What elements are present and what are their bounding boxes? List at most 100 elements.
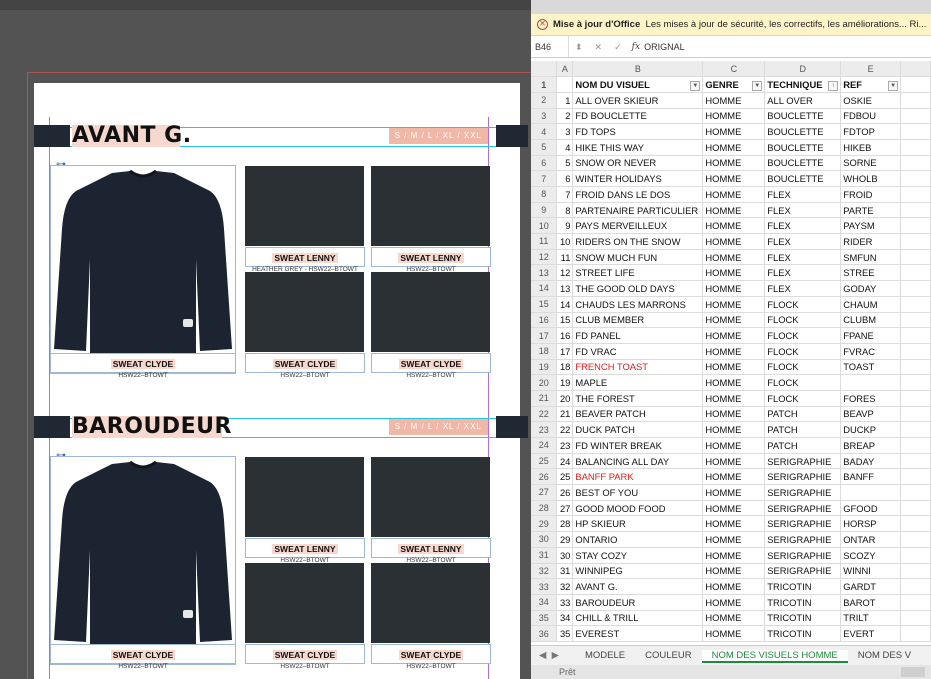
product-caption[interactable]: SWEAT CLYDE HSW22–BTOWT (371, 353, 491, 379)
cell[interactable] (556, 76, 574, 93)
cell-nom-visuel[interactable]: WINTER HOLIDAYS (572, 170, 704, 187)
cell-index[interactable]: 21 (556, 406, 574, 423)
cell-nom-visuel[interactable]: CHAUDS LES MARRONS (572, 296, 704, 313)
row-number[interactable]: 35 (531, 610, 558, 627)
cell-technique[interactable]: BOUCLETTE (764, 155, 842, 172)
cell[interactable] (900, 390, 931, 407)
cell-nom-visuel[interactable]: BALANCING ALL DAY (572, 453, 704, 470)
cell-genre[interactable]: HOMME (702, 500, 766, 517)
row-number[interactable]: 3 (531, 108, 558, 125)
cell-nom-visuel[interactable]: BAROUDEUR (572, 594, 704, 611)
cell-index[interactable]: 10 (556, 233, 574, 250)
row-number[interactable]: 16 (531, 312, 558, 329)
cell[interactable] (900, 76, 931, 93)
row-number[interactable]: 14 (531, 280, 558, 297)
product-caption[interactable]: SWEAT CLYDE HSW22–BTOWT (245, 644, 365, 670)
cell[interactable] (900, 437, 931, 454)
cell[interactable] (900, 500, 931, 517)
cell-genre[interactable]: HOMME (702, 578, 766, 595)
cell-technique[interactable]: FLOCK (764, 374, 842, 391)
cell-ref[interactable]: BREAP (840, 437, 902, 454)
sheet-tab[interactable]: MODELE (575, 650, 635, 661)
cell-ref[interactable]: CHAUM (840, 296, 902, 313)
cell-index[interactable]: 24 (556, 453, 574, 470)
layout-document-canvas[interactable]: AVANT G. S / M / L / XL / XXL ⊶ SWEAT LENN… (0, 0, 531, 679)
sheet-tab[interactable]: NOM DES VISUELS HOMME (701, 649, 848, 663)
row-number[interactable]: 15 (531, 296, 558, 313)
cell-index[interactable]: 35 (556, 625, 574, 642)
cell-genre[interactable]: HOMME (702, 547, 766, 564)
row-number[interactable]: 11 (531, 233, 558, 250)
cell-technique[interactable]: SERIGRAPHIE (764, 515, 842, 533)
cell-genre[interactable]: HOMME (702, 139, 766, 156)
cell-ref[interactable]: FDBOU (840, 108, 902, 125)
formula-input[interactable]: ORIGNAL (644, 36, 685, 57)
cell-genre[interactable]: HOMME (702, 484, 766, 501)
cell-technique[interactable]: BOUCLETTE (764, 170, 842, 187)
row-number[interactable]: 32 (531, 563, 558, 580)
cell-nom-visuel[interactable]: ALL OVER SKIEUR (572, 92, 704, 109)
cell-genre[interactable]: HOMME (702, 249, 766, 266)
cell[interactable] (900, 421, 931, 438)
cell-technique[interactable]: SERIGRAPHIE (764, 563, 842, 580)
cell-genre[interactable]: HOMME (702, 155, 766, 172)
cell[interactable] (900, 233, 931, 250)
select-all-corner[interactable] (531, 61, 558, 78)
cell-genre[interactable]: HOMME (702, 531, 766, 548)
cell-genre[interactable]: HOMME (702, 359, 766, 376)
row-number[interactable]: 33 (531, 578, 558, 595)
cell-ref[interactable]: SCOZY (840, 547, 902, 564)
cell-ref[interactable]: SORNE (840, 155, 902, 172)
filter-dropdown-icon[interactable]: ▼ (690, 80, 701, 91)
cell[interactable] (900, 280, 931, 297)
cell-genre[interactable]: HOMME (702, 186, 766, 203)
cell-genre[interactable]: HOMME (702, 563, 766, 580)
cell[interactable] (900, 531, 931, 548)
cell-index[interactable]: 3 (556, 123, 574, 140)
section-header[interactable]: BAROUDEUR S / M / L / XL / XXL (34, 414, 528, 439)
cell-ref[interactable]: DUCKP (840, 421, 902, 438)
cell-index[interactable]: 13 (556, 280, 574, 297)
cell-index[interactable]: 25 (556, 468, 574, 486)
row-number[interactable]: 21 (531, 390, 558, 407)
row-number[interactable]: 18 (531, 343, 558, 360)
cell-ref[interactable]: WHOLB (840, 170, 902, 187)
row-number[interactable]: 25 (531, 453, 558, 470)
cell-index[interactable]: 20 (556, 390, 574, 407)
office-update-banner[interactable]: ✕ Mise à jour d'Office Les mises à jour d… (531, 14, 931, 36)
cell-index[interactable]: 26 (556, 484, 574, 501)
cell-ref[interactable]: HIKEB (840, 139, 902, 156)
cell-nom-visuel[interactable]: RIDERS ON THE SNOW (572, 233, 704, 250)
row-number[interactable]: 5 (531, 139, 558, 156)
cell-ref[interactable]: BAROT (840, 594, 902, 611)
product-caption[interactable]: SWEAT LENNY HSW22–BTOWT (371, 247, 491, 273)
cell-genre[interactable]: HOMME (702, 390, 766, 407)
cell-index[interactable]: 5 (556, 155, 574, 172)
cell-ref[interactable]: PARTE (840, 202, 902, 219)
cell-index[interactable]: 31 (556, 563, 574, 580)
cell-ref[interactable]: PAYSM (840, 217, 902, 235)
cell-index[interactable]: 11 (556, 249, 574, 266)
cell-nom-visuel[interactable]: MAPLE (572, 374, 704, 391)
cell-technique[interactable]: FLEX (764, 186, 842, 203)
cell-genre[interactable]: HOMME (702, 202, 766, 219)
cell-technique[interactable]: FLEX (764, 280, 842, 297)
header-cell-genre[interactable]: GENRE ▼ (702, 76, 766, 93)
cell-technique[interactable]: SERIGRAPHIE (764, 453, 842, 470)
cell-index[interactable]: 19 (556, 374, 574, 391)
cell-index[interactable]: 8 (556, 202, 574, 219)
cell-nom-visuel[interactable]: FD TOPS (572, 123, 704, 140)
cell-technique[interactable]: PATCH (764, 437, 842, 454)
product-caption[interactable]: SWEAT LENNY HEATHER GREY - HSW22–BTOWT (245, 247, 365, 273)
cell-index[interactable]: 23 (556, 437, 574, 454)
cell[interactable] (900, 625, 931, 642)
image-placeholder[interactable] (245, 166, 364, 246)
row-number[interactable]: 4 (531, 123, 558, 140)
cell[interactable] (900, 92, 931, 109)
row-number[interactable]: 12 (531, 249, 558, 266)
cell-ref[interactable]: GFOOD (840, 500, 902, 517)
cell[interactable] (900, 578, 931, 595)
row-number[interactable]: 34 (531, 594, 558, 611)
product-caption-main[interactable]: SWEAT CLYDE HSW22–BTOWT (50, 353, 236, 379)
cell-index[interactable]: 2 (556, 108, 574, 125)
